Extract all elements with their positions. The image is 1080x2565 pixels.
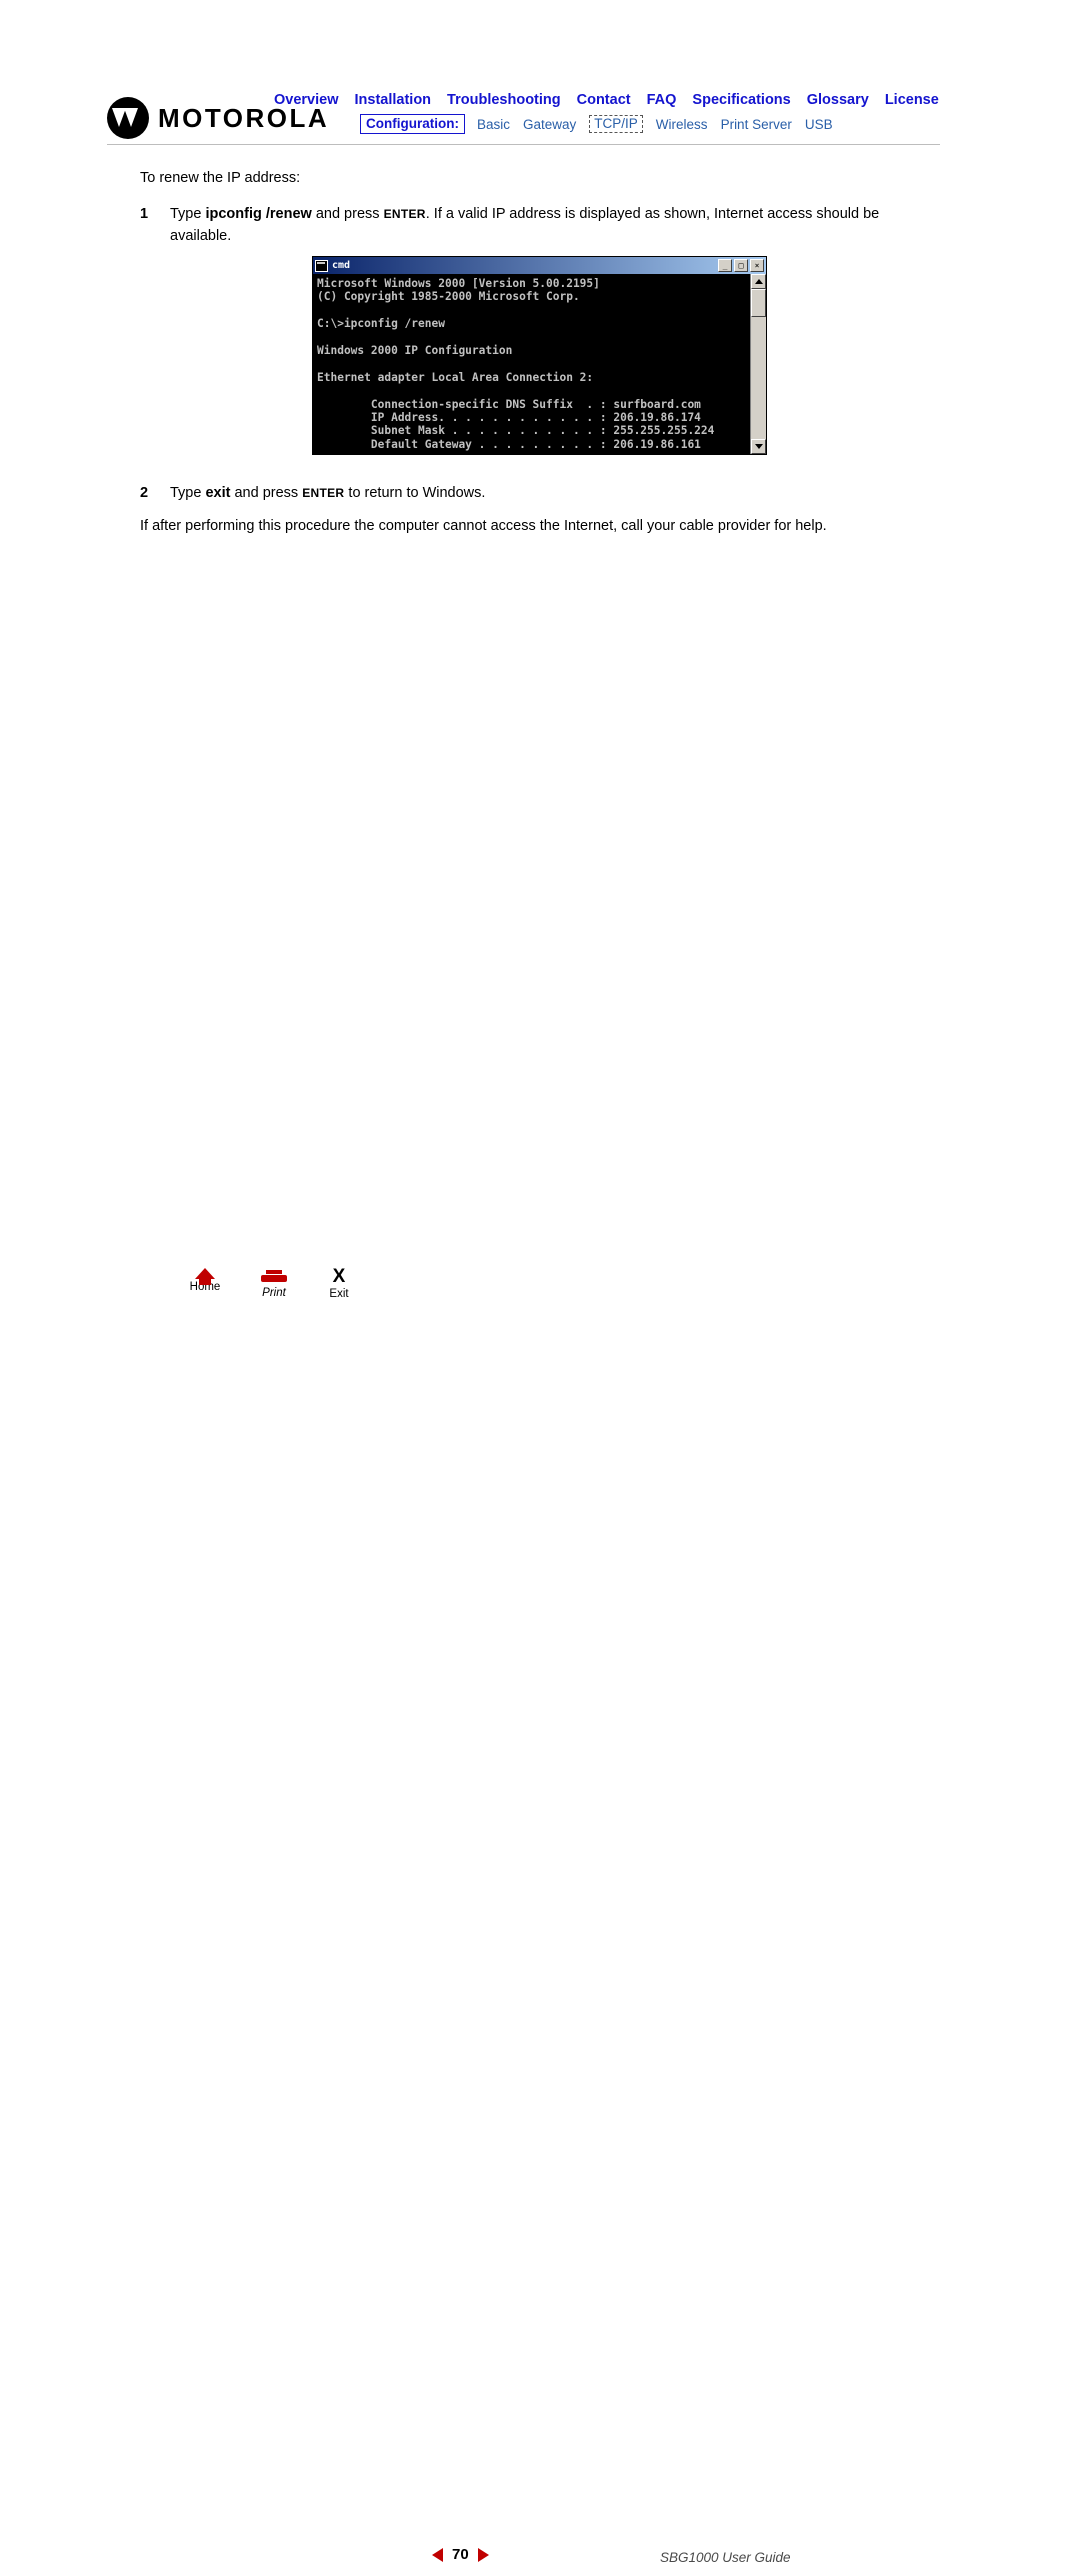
step-1-number: 1 — [140, 206, 149, 222]
step-2: 2 Type exit and press ENTER to return to… — [140, 482, 900, 504]
exit-button[interactable]: X Exit — [317, 1266, 361, 1300]
configuration-label: Configuration: — [360, 114, 465, 134]
home-icon — [195, 1268, 215, 1285]
step-1-text: Type ipconfig /renew and press ENTER. If… — [170, 203, 940, 247]
subnav-item-tcpip[interactable]: TCP/IP — [589, 115, 643, 133]
step-2-part3: to return to Windows. — [344, 485, 486, 501]
cmd-output-text: Microsoft Windows 2000 [Version 5.00.219… — [317, 277, 715, 451]
exit-button-label: Exit — [329, 1288, 349, 1300]
printer-icon — [261, 1270, 287, 1285]
nav-item-contact[interactable]: Contact — [577, 92, 631, 108]
primary-navigation: Overview Installation Troubleshooting Conta… — [274, 92, 939, 108]
subnav-item-basic[interactable]: Basic — [477, 117, 510, 132]
intro-text: To renew the IP address: — [140, 170, 301, 186]
step-1: 1 Type ipconfig /renew and press ENTER. … — [140, 203, 940, 247]
subnav-item-print-server[interactable]: Print Server — [721, 117, 792, 132]
scroll-up-icon[interactable] — [751, 274, 766, 289]
step-2-key: ENTER — [302, 486, 345, 500]
document-title-footer: SBG1000 User Guide — [660, 2550, 791, 2565]
nav-item-license[interactable]: License — [885, 92, 939, 108]
command-prompt-window: cmd _ □ × Microsoft Windows 2000 [Versio… — [312, 256, 767, 455]
next-page-icon[interactable] — [477, 2547, 489, 2562]
minimize-icon[interactable]: _ — [718, 259, 732, 272]
subnav-item-wireless[interactable]: Wireless — [656, 117, 708, 132]
step-1-part2: and press — [311, 206, 384, 222]
motorola-m-icon — [107, 97, 149, 139]
scrollbar-thumb[interactable] — [751, 289, 766, 317]
subnav-item-usb[interactable]: USB — [805, 117, 833, 132]
nav-item-overview[interactable]: Overview — [274, 92, 339, 108]
home-button[interactable]: Home — [183, 1268, 227, 1293]
cmd-scrollbar[interactable] — [750, 274, 766, 454]
cmd-titlebar[interactable]: cmd _ □ × — [313, 257, 766, 274]
step-2-number: 2 — [140, 485, 149, 501]
cmd-window-title: cmd — [332, 260, 351, 271]
step-2-text: Type exit and press ENTER to return to W… — [170, 482, 900, 504]
step-1-command: ipconfig /renew — [205, 206, 312, 222]
secondary-navigation: Configuration: Basic Gateway TCP/IP Wire… — [360, 114, 846, 134]
step-2-command: exit — [205, 485, 231, 501]
closing-note: If after performing this procedure the c… — [140, 518, 827, 534]
nav-item-installation[interactable]: Installation — [355, 92, 432, 108]
step-1-part1: Type — [170, 206, 206, 222]
close-x-icon: X — [332, 1266, 346, 1287]
window-controls: _ □ × — [718, 259, 764, 272]
console-icon — [315, 259, 328, 272]
close-icon[interactable]: × — [750, 259, 764, 272]
cmd-client-area: Microsoft Windows 2000 [Version 5.00.219… — [313, 274, 766, 454]
nav-item-glossary[interactable]: Glossary — [807, 92, 869, 108]
subnav-item-gateway[interactable]: Gateway — [523, 117, 576, 132]
page-number: 70 — [452, 2546, 469, 2563]
step-2-part2: and press — [230, 485, 303, 501]
print-button-label: Print — [262, 1287, 286, 1299]
nav-item-specifications[interactable]: Specifications — [692, 92, 790, 108]
maximize-icon[interactable]: □ — [734, 259, 748, 272]
print-button[interactable]: Print — [252, 1268, 296, 1299]
header-divider — [107, 144, 940, 145]
step-1-key: ENTER — [383, 207, 426, 221]
page-header: MOTOROLA Overview Installation Troubleshoo… — [0, 0, 1080, 150]
nav-item-troubleshooting[interactable]: Troubleshooting — [447, 92, 561, 108]
nav-item-faq[interactable]: FAQ — [647, 92, 677, 108]
step-2-part1: Type — [170, 485, 206, 501]
scroll-down-icon[interactable] — [751, 439, 766, 454]
previous-page-icon[interactable] — [432, 2547, 443, 2562]
page-navigation: 70 — [432, 2546, 489, 2563]
